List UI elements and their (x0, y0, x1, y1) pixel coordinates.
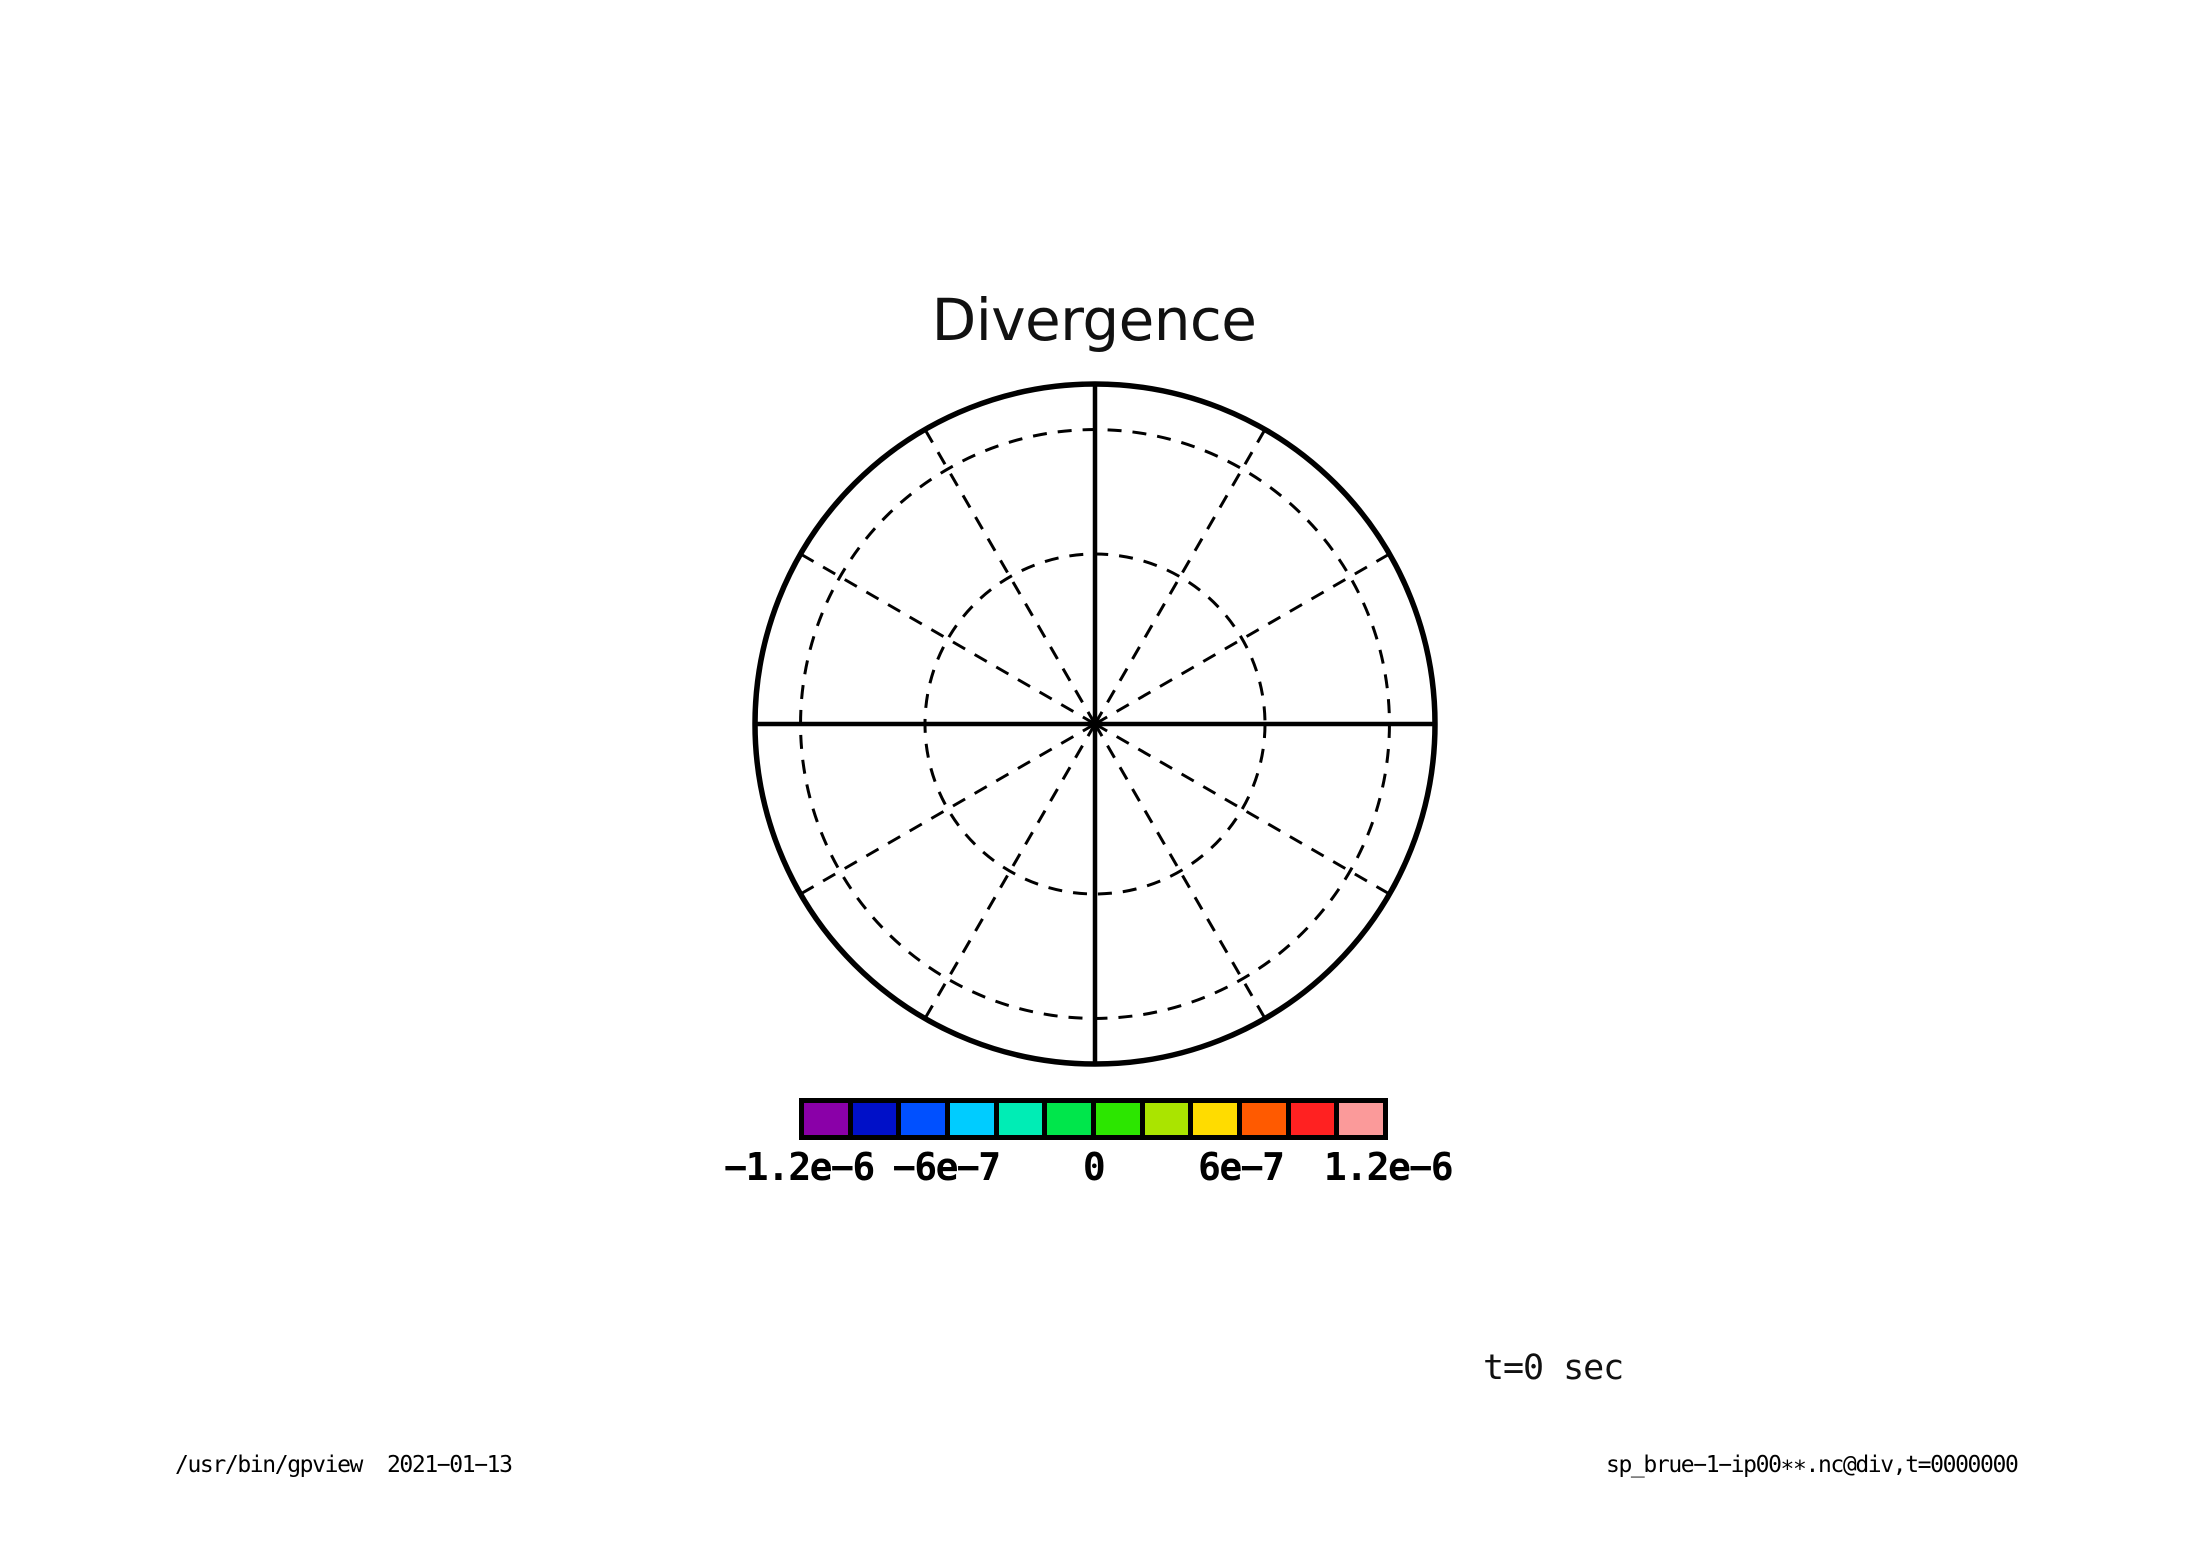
meridian-line-dashed (801, 554, 1095, 724)
colorbar-cell (804, 1103, 848, 1135)
colorbar-cell (901, 1103, 945, 1135)
colorbar-tick-label: −1.2e−6 (724, 1148, 874, 1186)
colorbar-cell (853, 1103, 897, 1135)
colorbar-tick-label: 6e−7 (1198, 1148, 1283, 1186)
colorbar-cell (999, 1103, 1043, 1135)
footer-dataset-text: sp_brue−1−ip00∗∗.nc@div,t=0000000 (1606, 1452, 2017, 1478)
meridian-line-dashed (1095, 724, 1389, 894)
meridian-line-dashed (801, 724, 1095, 894)
colorbar-cell (1096, 1103, 1140, 1135)
meridian-line-dashed (1095, 430, 1265, 724)
time-label: t=0 sec (1483, 1348, 1623, 1388)
colorbar-cell (1047, 1103, 1091, 1135)
colorbar-cell (950, 1103, 994, 1135)
colorbar-tick-label: −6e−7 (893, 1148, 1000, 1186)
colorbar-tick-labels: −1.2e−6 −6e−7 0 6e−7 1.2e−6 (0, 1148, 2188, 1198)
colorbar-cell (1193, 1103, 1237, 1135)
colorbar-tick-label: 0 (1083, 1148, 1104, 1186)
colorbar-cell (1339, 1103, 1383, 1135)
footer-command-text: /usr/bin/gpview 2021−01−13 (175, 1452, 512, 1478)
plot-canvas: Divergence −1.2e−6−6e−706e−71.2e−6 t=0 s… (0, 0, 2188, 1546)
colorbar-cell (1145, 1103, 1189, 1135)
colorbar-cell (1291, 1103, 1335, 1135)
colorbar-cell (1242, 1103, 1286, 1135)
colorbar (799, 1098, 1388, 1140)
polar-grid-plot (0, 0, 2188, 1546)
colorbar-tick-label: 1.2e−6 (1324, 1148, 1452, 1186)
